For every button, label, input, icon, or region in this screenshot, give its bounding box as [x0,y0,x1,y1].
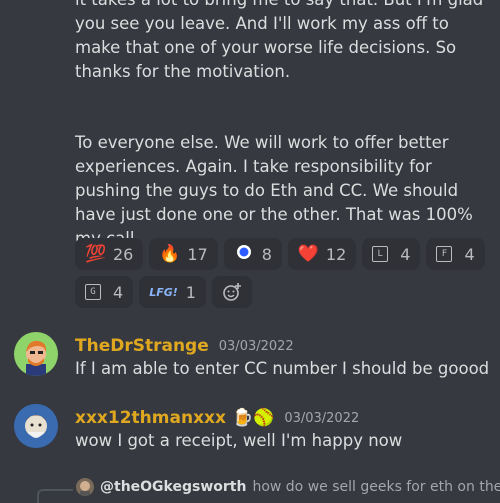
reply-connector [37,489,73,503]
reply-avatar [76,478,94,496]
reaction-count: 4 [400,244,411,264]
user-badges: 🍺🥎 [231,408,275,428]
lfg-icon: LFG! [149,285,178,299]
add-reaction-icon [223,283,241,301]
reply-preview[interactable]: @theOGkegsworth how do we sell geeks for… [76,478,500,496]
letter-l-icon: L [372,246,392,262]
reply-text: how do we sell geeks for eth on the [252,479,500,495]
username[interactable]: TheDrStrange [75,336,209,356]
heart-icon: ❤️ [297,244,320,264]
reaction-letter-l[interactable]: L 4 [362,238,421,270]
timestamp: 03/03/2022 [284,410,360,426]
reaction-letter-f[interactable]: F 4 [426,238,485,270]
add-reaction-button[interactable] [211,276,252,308]
avatar[interactable] [14,332,58,376]
message-text: wow I got a receipt, well I'm happy now [75,431,403,450]
message-header: TheDrStrange 03/03/2022 [75,336,294,356]
fire-icon: 🔥 [159,244,181,264]
blue-circle-icon [234,244,254,265]
reaction-heart[interactable]: ❤️ 12 [287,238,357,270]
username[interactable]: xxx12thmanxxx [75,408,226,428]
reaction-bar: 💯 26 🔥 17 8 ❤️ 12 L 4 F 4 G 4 LFG! 1 [75,238,495,314]
letter-g-icon: G [85,284,105,300]
reaction-count: 1 [185,282,196,302]
timestamp: 03/03/2022 [218,338,294,354]
reaction-100[interactable]: 💯 26 [75,238,144,270]
reaction-letter-g[interactable]: G 4 [75,276,134,308]
reaction-blue-circle[interactable]: 8 [223,238,282,270]
reaction-count: 4 [113,282,124,302]
message-header: xxx12thmanxxx 🍺🥎 03/03/2022 [75,408,359,428]
reaction-count: 17 [187,244,208,264]
hundred-points-icon: 💯 [85,244,107,264]
reply-username[interactable]: @theOGkegsworth [100,479,246,495]
message-text-paragraph-1: it takes a lot to bring me to say that. … [75,0,483,81]
reaction-count: 26 [113,244,134,264]
reaction-lfg[interactable]: LFG! 1 [139,276,206,308]
reaction-count: 12 [325,244,347,264]
letter-f-icon: F [436,246,456,262]
message-text-paragraph-2: To everyone else. We will work to offer … [75,133,473,248]
reaction-fire[interactable]: 🔥 17 [149,238,218,270]
reaction-count: 4 [464,244,475,264]
reaction-count: 8 [261,244,272,264]
message-text: If I am able to enter CC number I should… [75,359,490,378]
avatar[interactable] [14,404,58,448]
